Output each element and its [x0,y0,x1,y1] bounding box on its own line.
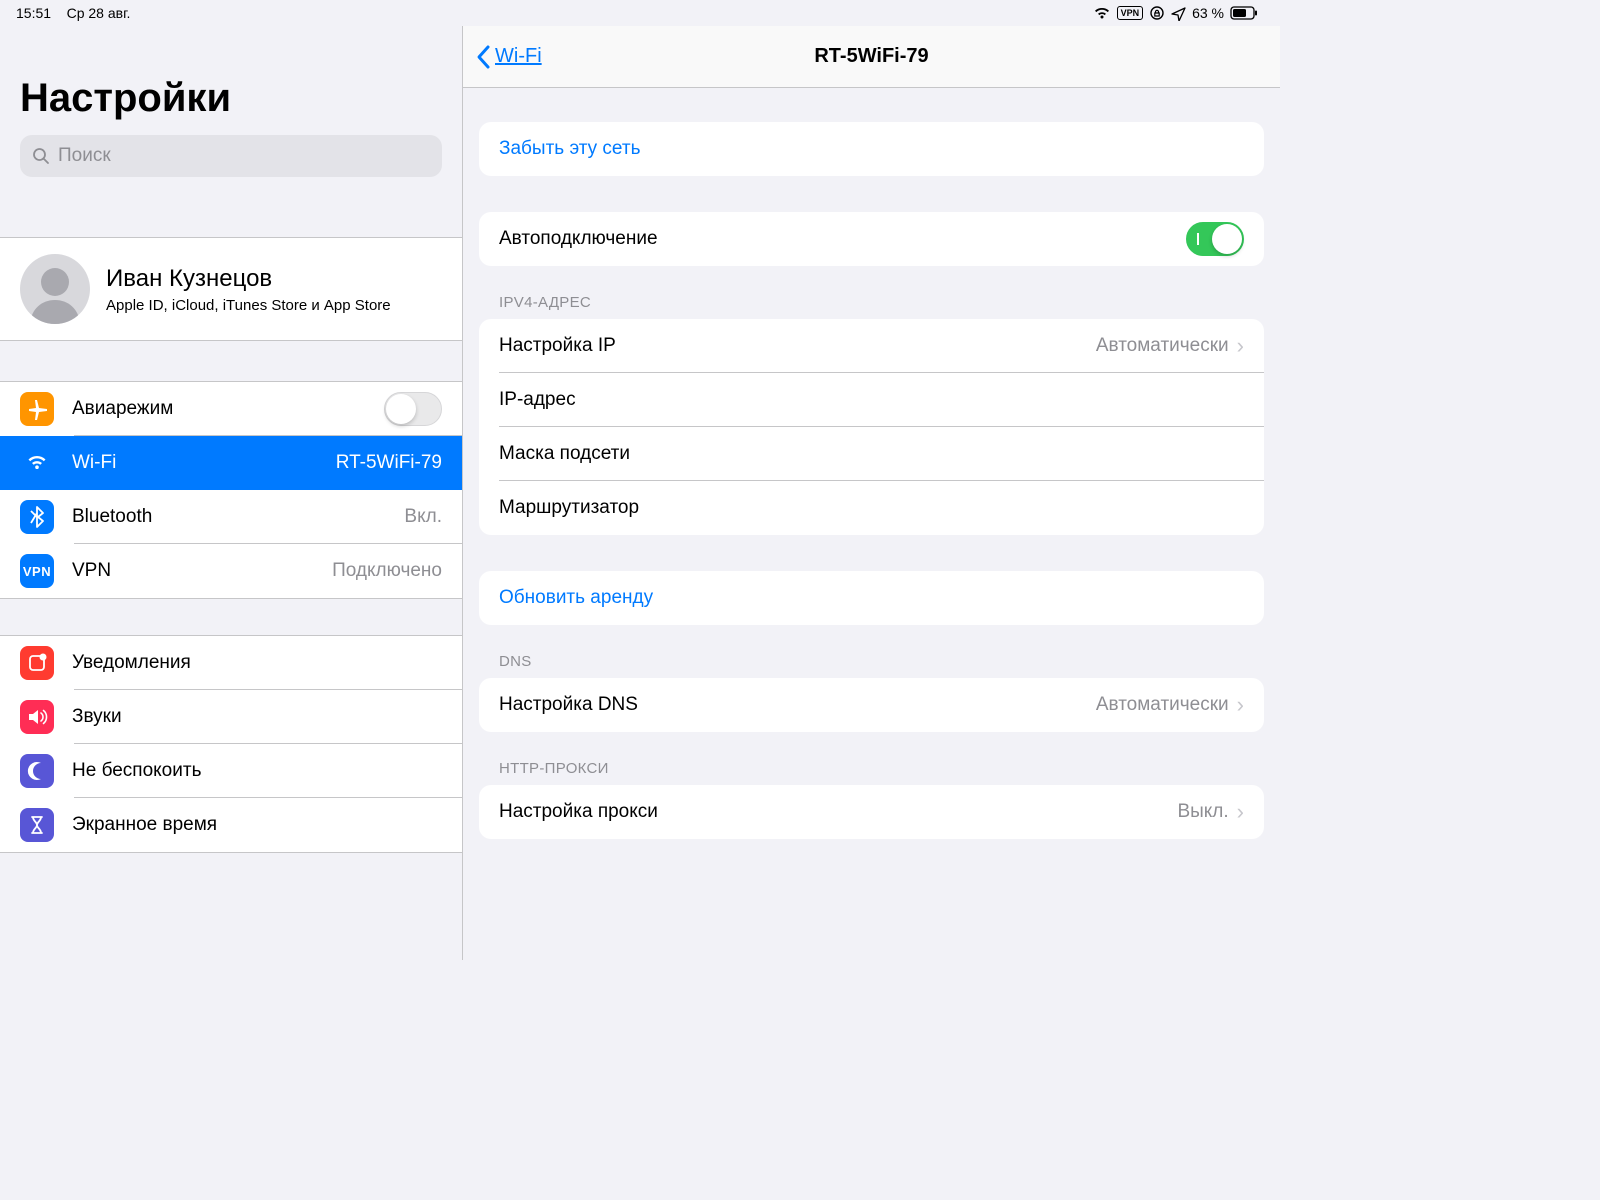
renew-lease-button[interactable]: Обновить аренду [479,571,1264,625]
search-input[interactable]: Поиск [20,135,442,177]
chevron-right-icon: › [1237,799,1244,825]
proxy-header: HTTP-ПРОКСИ [479,732,1264,785]
battery-icon [1230,6,1258,20]
sidebar-item-sounds[interactable]: Звуки [0,690,462,744]
back-label: Wi-Fi [495,45,542,68]
renew-lease-card: Обновить аренду [479,571,1264,625]
status-bar: 15:51 Ср 28 авг. VPN 63 % [0,0,1280,26]
proxy-config-row[interactable]: Настройка прокси Выкл. › [479,785,1264,839]
status-time: 15:51 [16,5,51,21]
sidebar-item-label: Авиарежим [72,398,384,420]
dns-header: DNS [479,625,1264,678]
search-icon [32,147,50,165]
proxy-card: Настройка прокси Выкл. › [479,785,1264,839]
airplane-icon [26,398,48,420]
sidebar-item-label: Уведомления [72,652,442,674]
location-icon [1171,6,1186,21]
sidebar-item-label: Bluetooth [72,506,404,528]
speaker-icon [26,706,48,728]
ipv4-card: Настройка IP Автоматически › IP-адрес Ма… [479,319,1264,535]
vpn-icon: VPN [23,564,51,579]
search-placeholder: Поиск [58,145,111,167]
settings-sidebar: Настройки Поиск Иван Кузнецов Apple ID, … [0,26,463,960]
sidebar-item-bluetooth[interactable]: Bluetooth Вкл. [0,490,462,544]
battery-percent: 63 % [1192,5,1224,21]
detail-pane: Wi-Fi RT-5WiFi-79 Забыть эту сеть Автопо… [463,26,1280,960]
sidebar-item-wifi[interactable]: Wi-Fi RT-5WiFi-79 [0,436,462,490]
sidebar-item-label: Wi-Fi [72,452,336,474]
sidebar-item-value: Подключено [332,560,442,582]
wifi-icon [1093,6,1111,20]
status-left: 15:51 Ср 28 авг. [16,5,130,21]
ip-address-row: IP-адрес [479,373,1264,427]
dns-config-row[interactable]: Настройка DNS Автоматически › [479,678,1264,732]
sidebar-group-general: Уведомления Звуки Не беспокоить Экранное… [0,635,462,853]
chevron-right-icon: › [1237,333,1244,359]
subnet-mask-row: Маска подсети [479,427,1264,481]
profile-row[interactable]: Иван Кузнецов Apple ID, iCloud, iTunes S… [0,237,462,341]
sidebar-item-label: Экранное время [72,814,442,836]
forget-network-card: Забыть эту сеть [479,122,1264,176]
sidebar-item-vpn[interactable]: VPN VPN Подключено [0,544,462,598]
detail-title: RT-5WiFi-79 [814,45,928,68]
sidebar-item-dnd[interactable]: Не беспокоить [0,744,462,798]
airplane-toggle[interactable] [384,392,442,426]
status-date: Ср 28 авг. [67,5,131,21]
autojoin-label: Автоподключение [499,228,1186,250]
sidebar-item-airplane[interactable]: Авиарежим [0,382,462,436]
sidebar-item-label: Не беспокоить [72,760,442,782]
orientation-lock-icon [1149,5,1165,21]
chevron-left-icon [475,44,493,70]
sidebar-item-notifications[interactable]: Уведомления [0,636,462,690]
profile-subtitle: Apple ID, iCloud, iTunes Store и App Sto… [106,297,391,314]
wifi-icon [26,452,48,474]
hourglass-icon [26,814,48,836]
autojoin-toggle[interactable] [1186,222,1244,256]
dns-card: Настройка DNS Автоматически › [479,678,1264,732]
person-icon [20,254,90,324]
status-right: VPN 63 % [1093,5,1258,21]
router-row: Маршрутизатор [479,481,1264,535]
autojoin-row: Автоподключение [479,212,1264,266]
forget-network-button[interactable]: Забыть эту сеть [479,122,1264,176]
bluetooth-icon [26,506,48,528]
ipv4-header: IPV4-АДРЕС [479,266,1264,319]
sidebar-group-connectivity: Авиарежим Wi-Fi RT-5WiFi-79 Bluetooth Вк… [0,381,462,599]
profile-name: Иван Кузнецов [106,265,391,293]
sidebar-item-label: VPN [72,560,332,582]
settings-title: Настройки [0,26,462,135]
avatar [20,254,90,324]
chevron-right-icon: › [1237,692,1244,718]
sidebar-item-label: Звуки [72,706,442,728]
sidebar-item-value: Вкл. [404,506,442,528]
vpn-badge: VPN [1117,6,1144,20]
sidebar-item-value: RT-5WiFi-79 [336,452,442,474]
ip-config-row[interactable]: Настройка IP Автоматически › [479,319,1264,373]
detail-header: Wi-Fi RT-5WiFi-79 [463,26,1280,88]
moon-icon [26,760,48,782]
back-button[interactable]: Wi-Fi [463,44,542,70]
notification-icon [26,652,48,674]
autojoin-card: Автоподключение [479,212,1264,266]
sidebar-item-screentime[interactable]: Экранное время [0,798,462,852]
